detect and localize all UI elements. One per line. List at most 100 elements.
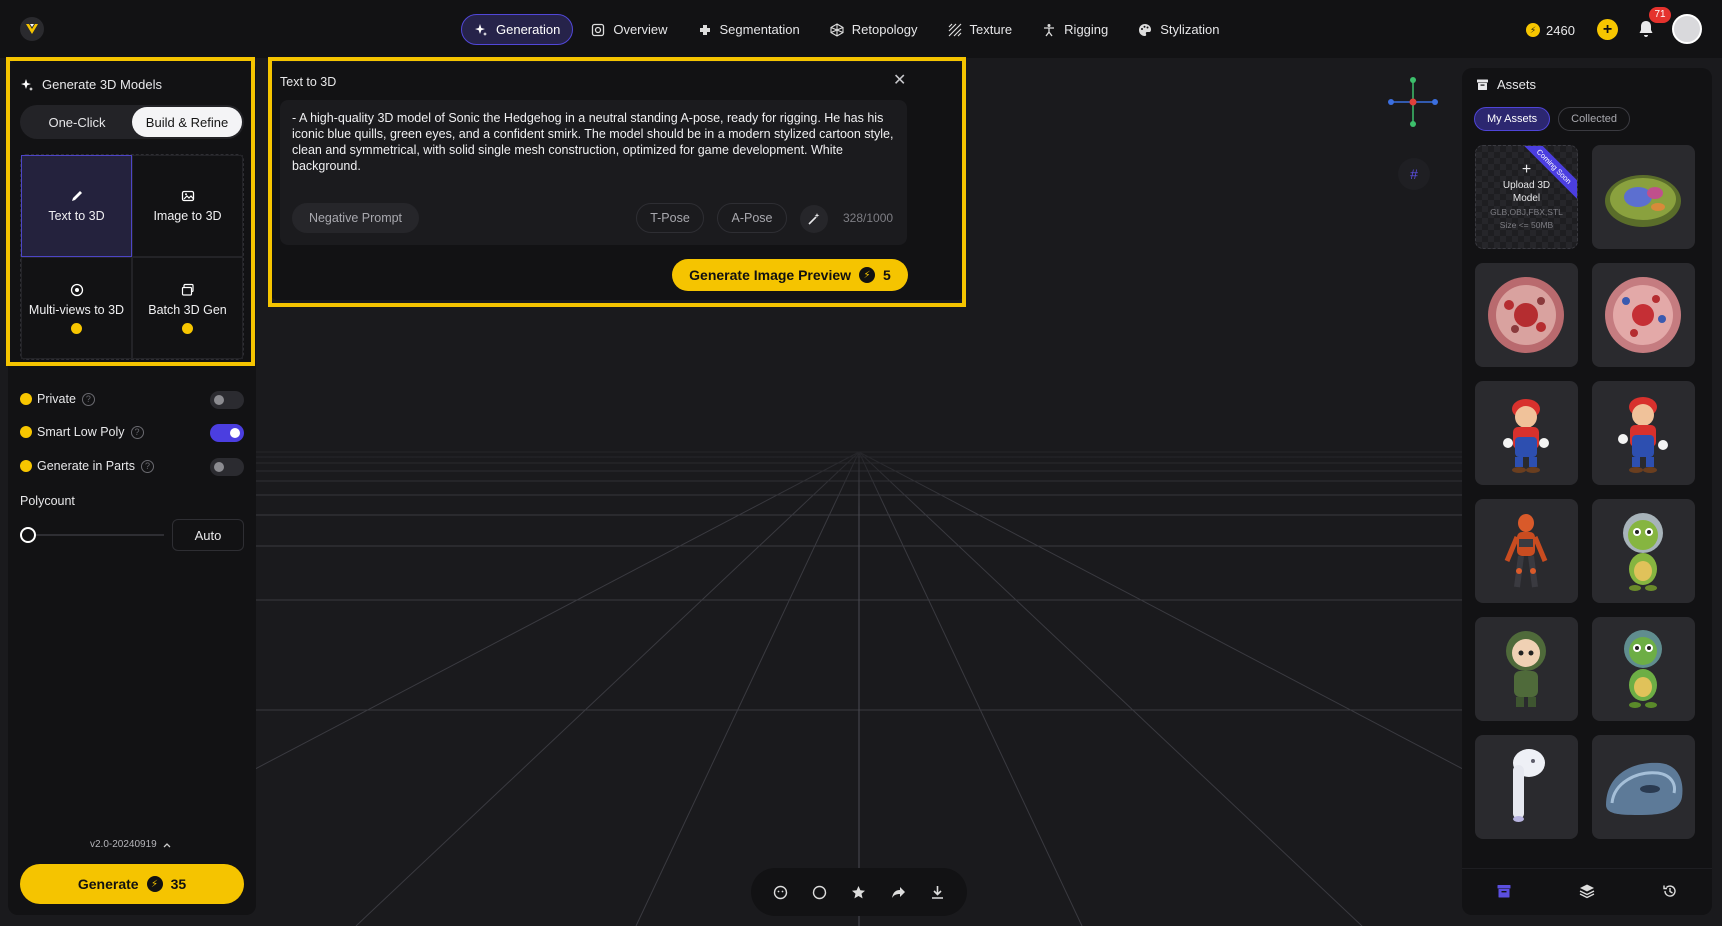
help-icon[interactable]: ? — [81, 392, 95, 406]
asset-thumbnail[interactable] — [1475, 499, 1578, 603]
assets-title: Assets — [1476, 77, 1536, 92]
asset-thumbnail[interactable] — [1592, 145, 1695, 249]
multi-views-to-3d-tool[interactable]: Multi-views to 3D — [21, 257, 132, 359]
image-to-3d-tool[interactable]: Image to 3D — [132, 155, 243, 257]
asset-thumbnail[interactable] — [1592, 381, 1695, 485]
batch-3d-gen-tool[interactable]: Batch 3D Gen — [132, 257, 243, 359]
nav-label: Overview — [613, 22, 668, 37]
help-icon[interactable]: ? — [140, 459, 154, 473]
build-refine-tab[interactable]: Build & Refine — [132, 107, 242, 137]
generate-cost: 35 — [170, 876, 187, 892]
toggle-knob — [230, 428, 240, 438]
smart-low-poly-toggle[interactable] — [210, 424, 244, 442]
version-text: v2.0-20240919 — [90, 839, 157, 850]
history-icon[interactable] — [1662, 883, 1678, 899]
generate-in-parts-toggle[interactable] — [210, 458, 244, 476]
share-icon[interactable] — [891, 885, 906, 900]
polycount-label: Polycount — [20, 494, 75, 508]
toggle-knob — [214, 462, 224, 472]
meshy-logo-icon[interactable] — [20, 17, 44, 41]
a-pose-button[interactable]: A-Pose — [717, 203, 787, 233]
layers-icon[interactable] — [1579, 883, 1595, 899]
assets-tabs: My Assets Collected — [1474, 107, 1630, 131]
nav-label: Texture — [969, 22, 1013, 37]
nav-generation[interactable]: Generation — [461, 14, 574, 45]
nav-segmentation[interactable]: Segmentation — [686, 14, 812, 45]
smart-low-poly-option: Smart Low Poly ? — [20, 422, 244, 442]
asset-grid: Coming Soon + Upload 3D Model GLB,OBJ,FB… — [1475, 145, 1699, 839]
premium-coin-icon — [71, 322, 82, 334]
text-to-3d-tool[interactable]: Text to 3D — [21, 155, 132, 257]
nav-rigging[interactable]: Rigging — [1030, 14, 1120, 45]
bolt-icon: ⚡ — [146, 876, 163, 892]
asset-thumbnail[interactable] — [1592, 263, 1695, 367]
avatar[interactable] — [1672, 14, 1702, 44]
upload-3d-model-tile[interactable]: Coming Soon + Upload 3D Model GLB,OBJ,FB… — [1475, 145, 1578, 249]
preview-cost: 5 — [883, 267, 891, 283]
nav-label: Retopology — [851, 22, 918, 37]
generate-image-preview-button[interactable]: Generate Image Preview ⚡ 5 — [672, 259, 908, 291]
credits-balance[interactable]: ⚡ 2460 — [1526, 17, 1575, 43]
notification-badge: 71 — [1649, 7, 1671, 23]
figure-icon — [1044, 23, 1055, 36]
download-icon[interactable] — [930, 885, 945, 900]
negative-prompt-button[interactable]: Negative Prompt — [292, 203, 419, 233]
ground-grid — [256, 448, 1462, 926]
option-label: Generate in Parts — [37, 459, 135, 473]
face-icon[interactable] — [773, 885, 788, 900]
option-label: Private — [37, 392, 76, 406]
asset-thumbnail[interactable] — [1475, 735, 1578, 839]
3d-viewport[interactable] — [256, 300, 1462, 926]
prompt-text[interactable]: - A high-quality 3D model of Sonic the H… — [292, 110, 897, 174]
sparkle-icon — [21, 78, 33, 91]
axis-gizmo[interactable] — [1385, 74, 1440, 129]
asset-thumbnail[interactable] — [1592, 499, 1695, 603]
archive-icon — [1477, 79, 1488, 90]
assets-title-text: Assets — [1497, 77, 1537, 92]
polycount-auto-button[interactable]: Auto — [172, 519, 244, 551]
nav-label: Stylization — [1160, 22, 1220, 37]
archive-icon[interactable] — [1496, 883, 1512, 899]
one-click-tab[interactable]: One-Click — [22, 107, 132, 137]
t-pose-button[interactable]: T-Pose — [636, 203, 704, 233]
tool-label: Batch 3D Gen — [148, 302, 227, 317]
sparkle-icon — [475, 23, 487, 36]
magic-wand-icon[interactable] — [800, 205, 828, 233]
tool-label: Image to 3D — [153, 209, 222, 223]
viewport-toolbar — [751, 868, 967, 916]
circle-icon[interactable] — [812, 885, 827, 900]
asset-thumbnail[interactable] — [1592, 735, 1695, 839]
upload-label: Upload 3D Model — [1502, 180, 1551, 204]
assets-footer — [1462, 868, 1712, 912]
polycount-slider-track[interactable] — [28, 534, 164, 536]
help-icon[interactable]: ? — [130, 425, 144, 439]
star-icon[interactable] — [851, 885, 866, 900]
version-selector[interactable]: v2.0-20240919 — [90, 839, 171, 850]
coin-icon — [20, 460, 32, 472]
collected-tab[interactable]: Collected — [1558, 107, 1630, 131]
texture-icon — [948, 23, 961, 36]
private-toggle[interactable] — [210, 391, 244, 409]
grid-toggle-icon[interactable]: # — [1398, 158, 1430, 190]
nav-texture[interactable]: Texture — [936, 14, 1025, 45]
tool-label: Multi-views to 3D — [28, 302, 125, 317]
close-icon[interactable]: ✕ — [893, 73, 907, 89]
pencil-icon — [71, 191, 82, 201]
bolt-icon: ⚡ — [859, 267, 876, 283]
panel-title: Generate 3D Models — [20, 77, 162, 92]
option-label: Smart Low Poly — [37, 425, 125, 439]
nav-label: Generation — [496, 22, 561, 37]
asset-thumbnail[interactable] — [1475, 617, 1578, 721]
add-credits-button[interactable]: + — [1597, 19, 1618, 40]
credits-value: 2460 — [1546, 22, 1575, 38]
generate-button[interactable]: Generate ⚡ 35 — [20, 864, 244, 904]
my-assets-tab[interactable]: My Assets — [1474, 107, 1551, 131]
puzzle-icon — [699, 24, 710, 35]
nav-overview[interactable]: Overview — [579, 14, 679, 45]
nav-retopology[interactable]: Retopology — [818, 14, 930, 45]
nav-stylization[interactable]: Stylization — [1126, 14, 1231, 45]
asset-thumbnail[interactable] — [1475, 263, 1578, 367]
polycount-slider-handle[interactable] — [20, 527, 36, 543]
asset-thumbnail[interactable] — [1475, 381, 1578, 485]
asset-thumbnail[interactable] — [1592, 617, 1695, 721]
